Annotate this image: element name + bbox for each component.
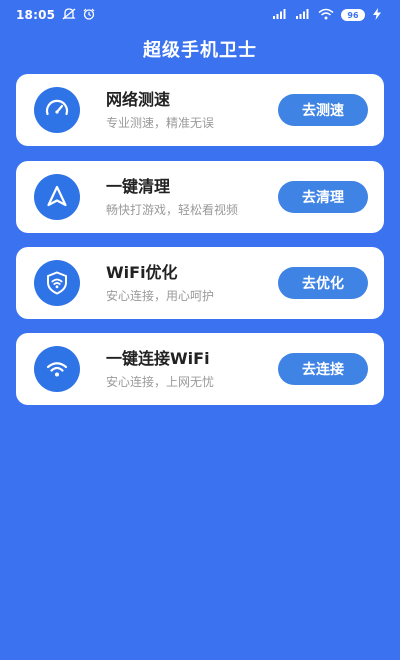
card-description: 安心连接，用心呵护 xyxy=(106,289,215,303)
status-left: 18:05 xyxy=(16,7,95,23)
shield-wifi-icon xyxy=(34,260,80,306)
card-title: 一键连接WiFi xyxy=(106,349,210,368)
card-text: 一键清理 畅快打游戏，轻松看视频 xyxy=(106,176,278,218)
signal-icon xyxy=(295,8,311,22)
status-right: 96 xyxy=(272,7,382,23)
speedometer-icon xyxy=(34,87,80,133)
card-text: WiFi优化 安心连接，用心呵护 xyxy=(106,262,278,304)
navigation-arrow-icon xyxy=(34,174,80,220)
card-text: 网络测速 专业测速，精准无误 xyxy=(106,89,278,131)
battery-indicator: 96 xyxy=(341,9,365,21)
wifi-status-icon xyxy=(318,8,334,23)
card-text: 一键连接WiFi 安心连接，上网无忧 xyxy=(106,348,278,390)
card-description: 畅快打游戏，轻松看视频 xyxy=(106,203,239,217)
speed-test-button[interactable]: 去测速 xyxy=(278,94,368,126)
card-title: 一键清理 xyxy=(106,177,171,196)
card-description: 安心连接，上网无忧 xyxy=(106,375,215,389)
clean-button[interactable]: 去清理 xyxy=(278,181,368,213)
connect-button[interactable]: 去连接 xyxy=(278,353,368,385)
optimize-button[interactable]: 去优化 xyxy=(278,267,368,299)
notification-muted-icon xyxy=(62,7,76,23)
card-title: WiFi优化 xyxy=(106,263,178,282)
card-one-click-clean[interactable]: 一键清理 畅快打游戏，轻松看视频 去清理 xyxy=(16,161,384,233)
status-bar: 18:05 96 xyxy=(0,0,400,30)
wifi-icon xyxy=(34,346,80,392)
status-time: 18:05 xyxy=(16,8,56,22)
card-title: 网络测速 xyxy=(106,90,171,109)
card-speed-test[interactable]: 网络测速 专业测速，精准无误 去测速 xyxy=(16,74,384,146)
alarm-clock-icon xyxy=(83,8,95,23)
card-wifi-optimize[interactable]: WiFi优化 安心连接，用心呵护 去优化 xyxy=(16,247,384,319)
charging-icon xyxy=(372,7,382,23)
card-wifi-connect[interactable]: 一键连接WiFi 安心连接，上网无忧 去连接 xyxy=(16,333,384,405)
card-description: 专业测速，精准无误 xyxy=(106,116,215,130)
signal-icon xyxy=(272,8,288,22)
page-title: 超级手机卫士 xyxy=(143,40,257,61)
